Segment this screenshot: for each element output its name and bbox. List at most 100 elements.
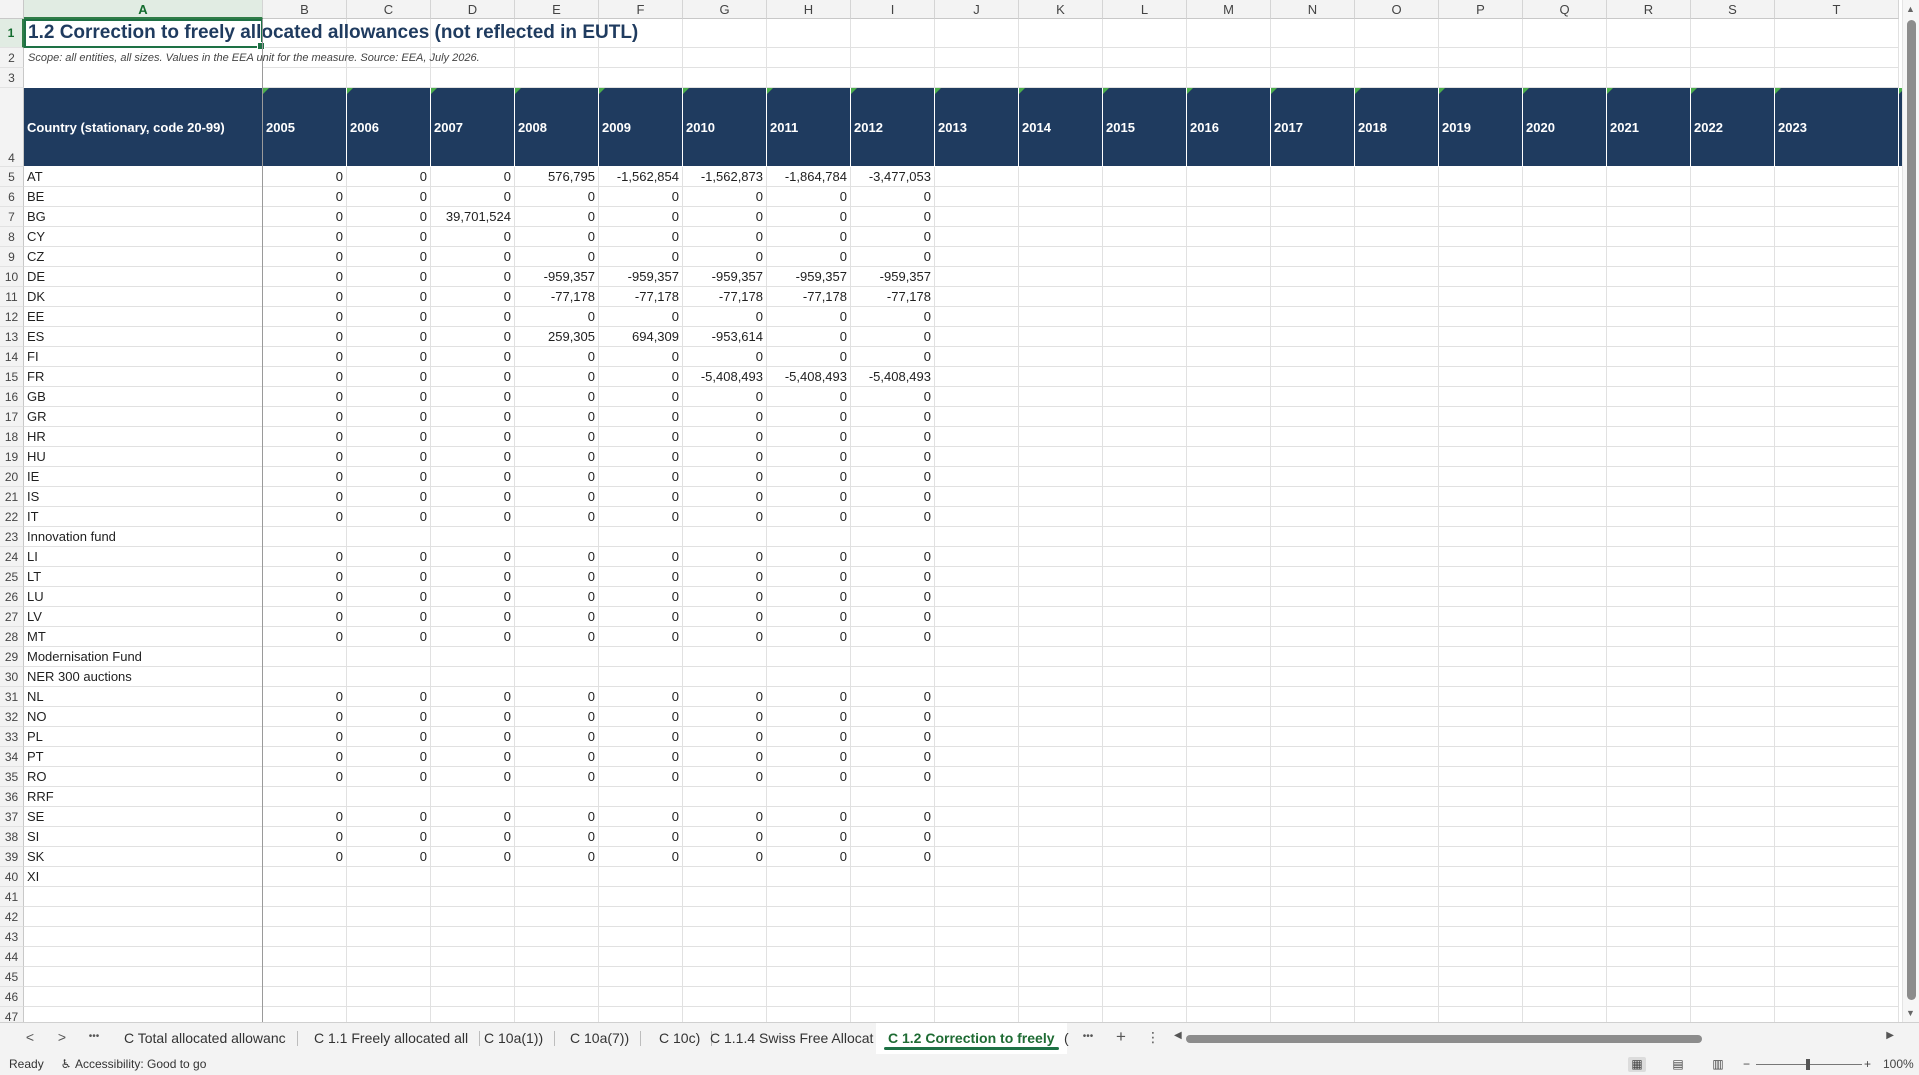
grid-cell[interactable] bbox=[1103, 1007, 1187, 1022]
column-header-H[interactable]: H bbox=[767, 0, 851, 19]
data-cell[interactable]: 0 bbox=[851, 227, 935, 247]
data-cell[interactable] bbox=[935, 587, 1019, 607]
data-cell[interactable]: 0 bbox=[515, 607, 599, 627]
grid-cell[interactable] bbox=[1103, 887, 1187, 907]
data-cell[interactable] bbox=[683, 867, 767, 887]
data-cell[interactable] bbox=[851, 667, 935, 687]
data-cell[interactable] bbox=[1439, 667, 1523, 687]
grid-cell[interactable] bbox=[1523, 947, 1607, 967]
data-cell[interactable] bbox=[1355, 447, 1439, 467]
data-cell[interactable] bbox=[263, 647, 347, 667]
data-cell[interactable]: 0 bbox=[767, 467, 851, 487]
column-header-T[interactable]: T bbox=[1775, 0, 1899, 19]
data-cell[interactable]: 0 bbox=[767, 547, 851, 567]
data-cell[interactable]: 0 bbox=[767, 507, 851, 527]
row-header[interactable]: 41 bbox=[0, 887, 24, 907]
data-cell[interactable]: 0 bbox=[851, 507, 935, 527]
data-cell[interactable]: 0 bbox=[431, 367, 515, 387]
sheet-tab[interactable]: ( bbox=[1060, 1023, 1073, 1054]
column-header-M[interactable]: M bbox=[1187, 0, 1271, 19]
data-cell[interactable]: 0 bbox=[515, 207, 599, 227]
data-cell[interactable]: 0 bbox=[431, 707, 515, 727]
data-cell[interactable] bbox=[1271, 867, 1355, 887]
data-cell[interactable]: 0 bbox=[599, 727, 683, 747]
data-cell[interactable]: 0 bbox=[851, 567, 935, 587]
data-cell[interactable]: 0 bbox=[851, 727, 935, 747]
data-cell[interactable]: 0 bbox=[515, 687, 599, 707]
data-cell[interactable] bbox=[1523, 587, 1607, 607]
data-cell[interactable] bbox=[1775, 867, 1899, 887]
grid-cell[interactable] bbox=[347, 68, 431, 88]
zoom-level[interactable]: 100% bbox=[1883, 1054, 1914, 1075]
grid-cell[interactable] bbox=[767, 887, 851, 907]
grid-cell[interactable] bbox=[683, 947, 767, 967]
data-cell[interactable]: 0 bbox=[431, 847, 515, 867]
data-cell[interactable]: 0 bbox=[767, 847, 851, 867]
data-cell[interactable] bbox=[1691, 747, 1775, 767]
data-cell[interactable]: 0 bbox=[347, 287, 431, 307]
data-cell[interactable] bbox=[1607, 567, 1691, 587]
data-cell[interactable] bbox=[1439, 267, 1523, 287]
data-cell[interactable] bbox=[1439, 407, 1523, 427]
data-cell[interactable]: 0 bbox=[347, 207, 431, 227]
header-year[interactable]: 2014 bbox=[1019, 88, 1103, 167]
data-cell[interactable] bbox=[1607, 387, 1691, 407]
data-cell[interactable] bbox=[1187, 727, 1271, 747]
data-cell[interactable] bbox=[1103, 567, 1187, 587]
data-cell[interactable] bbox=[1439, 827, 1523, 847]
row-header[interactable]: 38 bbox=[0, 827, 24, 847]
data-cell[interactable]: 0 bbox=[851, 307, 935, 327]
data-cell[interactable]: 0 bbox=[515, 547, 599, 567]
data-cell[interactable] bbox=[347, 527, 431, 547]
vertical-scroll-thumb[interactable] bbox=[1907, 20, 1916, 1000]
grid-cell[interactable] bbox=[851, 19, 935, 48]
data-cell[interactable] bbox=[1103, 587, 1187, 607]
row-label[interactable]: GB bbox=[24, 387, 263, 407]
data-cell[interactable]: 0 bbox=[515, 747, 599, 767]
row-header[interactable]: 22 bbox=[0, 507, 24, 527]
data-cell[interactable] bbox=[935, 367, 1019, 387]
data-cell[interactable] bbox=[1019, 827, 1103, 847]
data-cell[interactable] bbox=[1019, 427, 1103, 447]
grid-cell[interactable] bbox=[1355, 967, 1439, 987]
data-cell[interactable] bbox=[1607, 427, 1691, 447]
data-cell[interactable] bbox=[1187, 607, 1271, 627]
data-cell[interactable] bbox=[1355, 747, 1439, 767]
data-cell[interactable] bbox=[1355, 307, 1439, 327]
data-cell[interactable]: 0 bbox=[599, 227, 683, 247]
grid-cell[interactable] bbox=[1019, 987, 1103, 1007]
data-cell[interactable]: 0 bbox=[431, 507, 515, 527]
data-cell[interactable] bbox=[1439, 547, 1523, 567]
data-cell[interactable]: 0 bbox=[263, 407, 347, 427]
data-cell[interactable]: 0 bbox=[347, 627, 431, 647]
grid-cell[interactable] bbox=[263, 947, 347, 967]
grid-cell[interactable] bbox=[1523, 887, 1607, 907]
add-sheet-button[interactable]: + bbox=[1111, 1027, 1131, 1047]
data-cell[interactable] bbox=[1691, 507, 1775, 527]
row-header[interactable]: 45 bbox=[0, 967, 24, 987]
data-cell[interactable] bbox=[1187, 347, 1271, 367]
grid-cell[interactable] bbox=[1271, 887, 1355, 907]
data-cell[interactable]: 0 bbox=[599, 847, 683, 867]
data-cell[interactable]: 0 bbox=[263, 387, 347, 407]
data-cell[interactable] bbox=[1187, 287, 1271, 307]
grid-cell[interactable] bbox=[347, 1007, 431, 1022]
sheet-title[interactable]: 1.2 Correction to freely allocated allow… bbox=[25, 19, 638, 47]
grid-cell[interactable] bbox=[431, 907, 515, 927]
data-cell[interactable] bbox=[1271, 767, 1355, 787]
data-cell[interactable] bbox=[1607, 847, 1691, 867]
data-cell[interactable]: 0 bbox=[851, 447, 935, 467]
data-cell[interactable] bbox=[1103, 187, 1187, 207]
row-header[interactable]: 10 bbox=[0, 267, 24, 287]
data-cell[interactable]: 0 bbox=[683, 727, 767, 747]
data-cell[interactable] bbox=[1439, 347, 1523, 367]
data-cell[interactable]: 0 bbox=[851, 607, 935, 627]
row-label[interactable]: IE bbox=[24, 467, 263, 487]
data-cell[interactable]: 0 bbox=[515, 367, 599, 387]
row-label[interactable]: LV bbox=[24, 607, 263, 627]
data-cell[interactable]: 0 bbox=[767, 447, 851, 467]
data-cell[interactable]: 0 bbox=[767, 687, 851, 707]
grid-cell[interactable] bbox=[935, 927, 1019, 947]
data-cell[interactable] bbox=[1103, 447, 1187, 467]
data-cell[interactable] bbox=[935, 267, 1019, 287]
